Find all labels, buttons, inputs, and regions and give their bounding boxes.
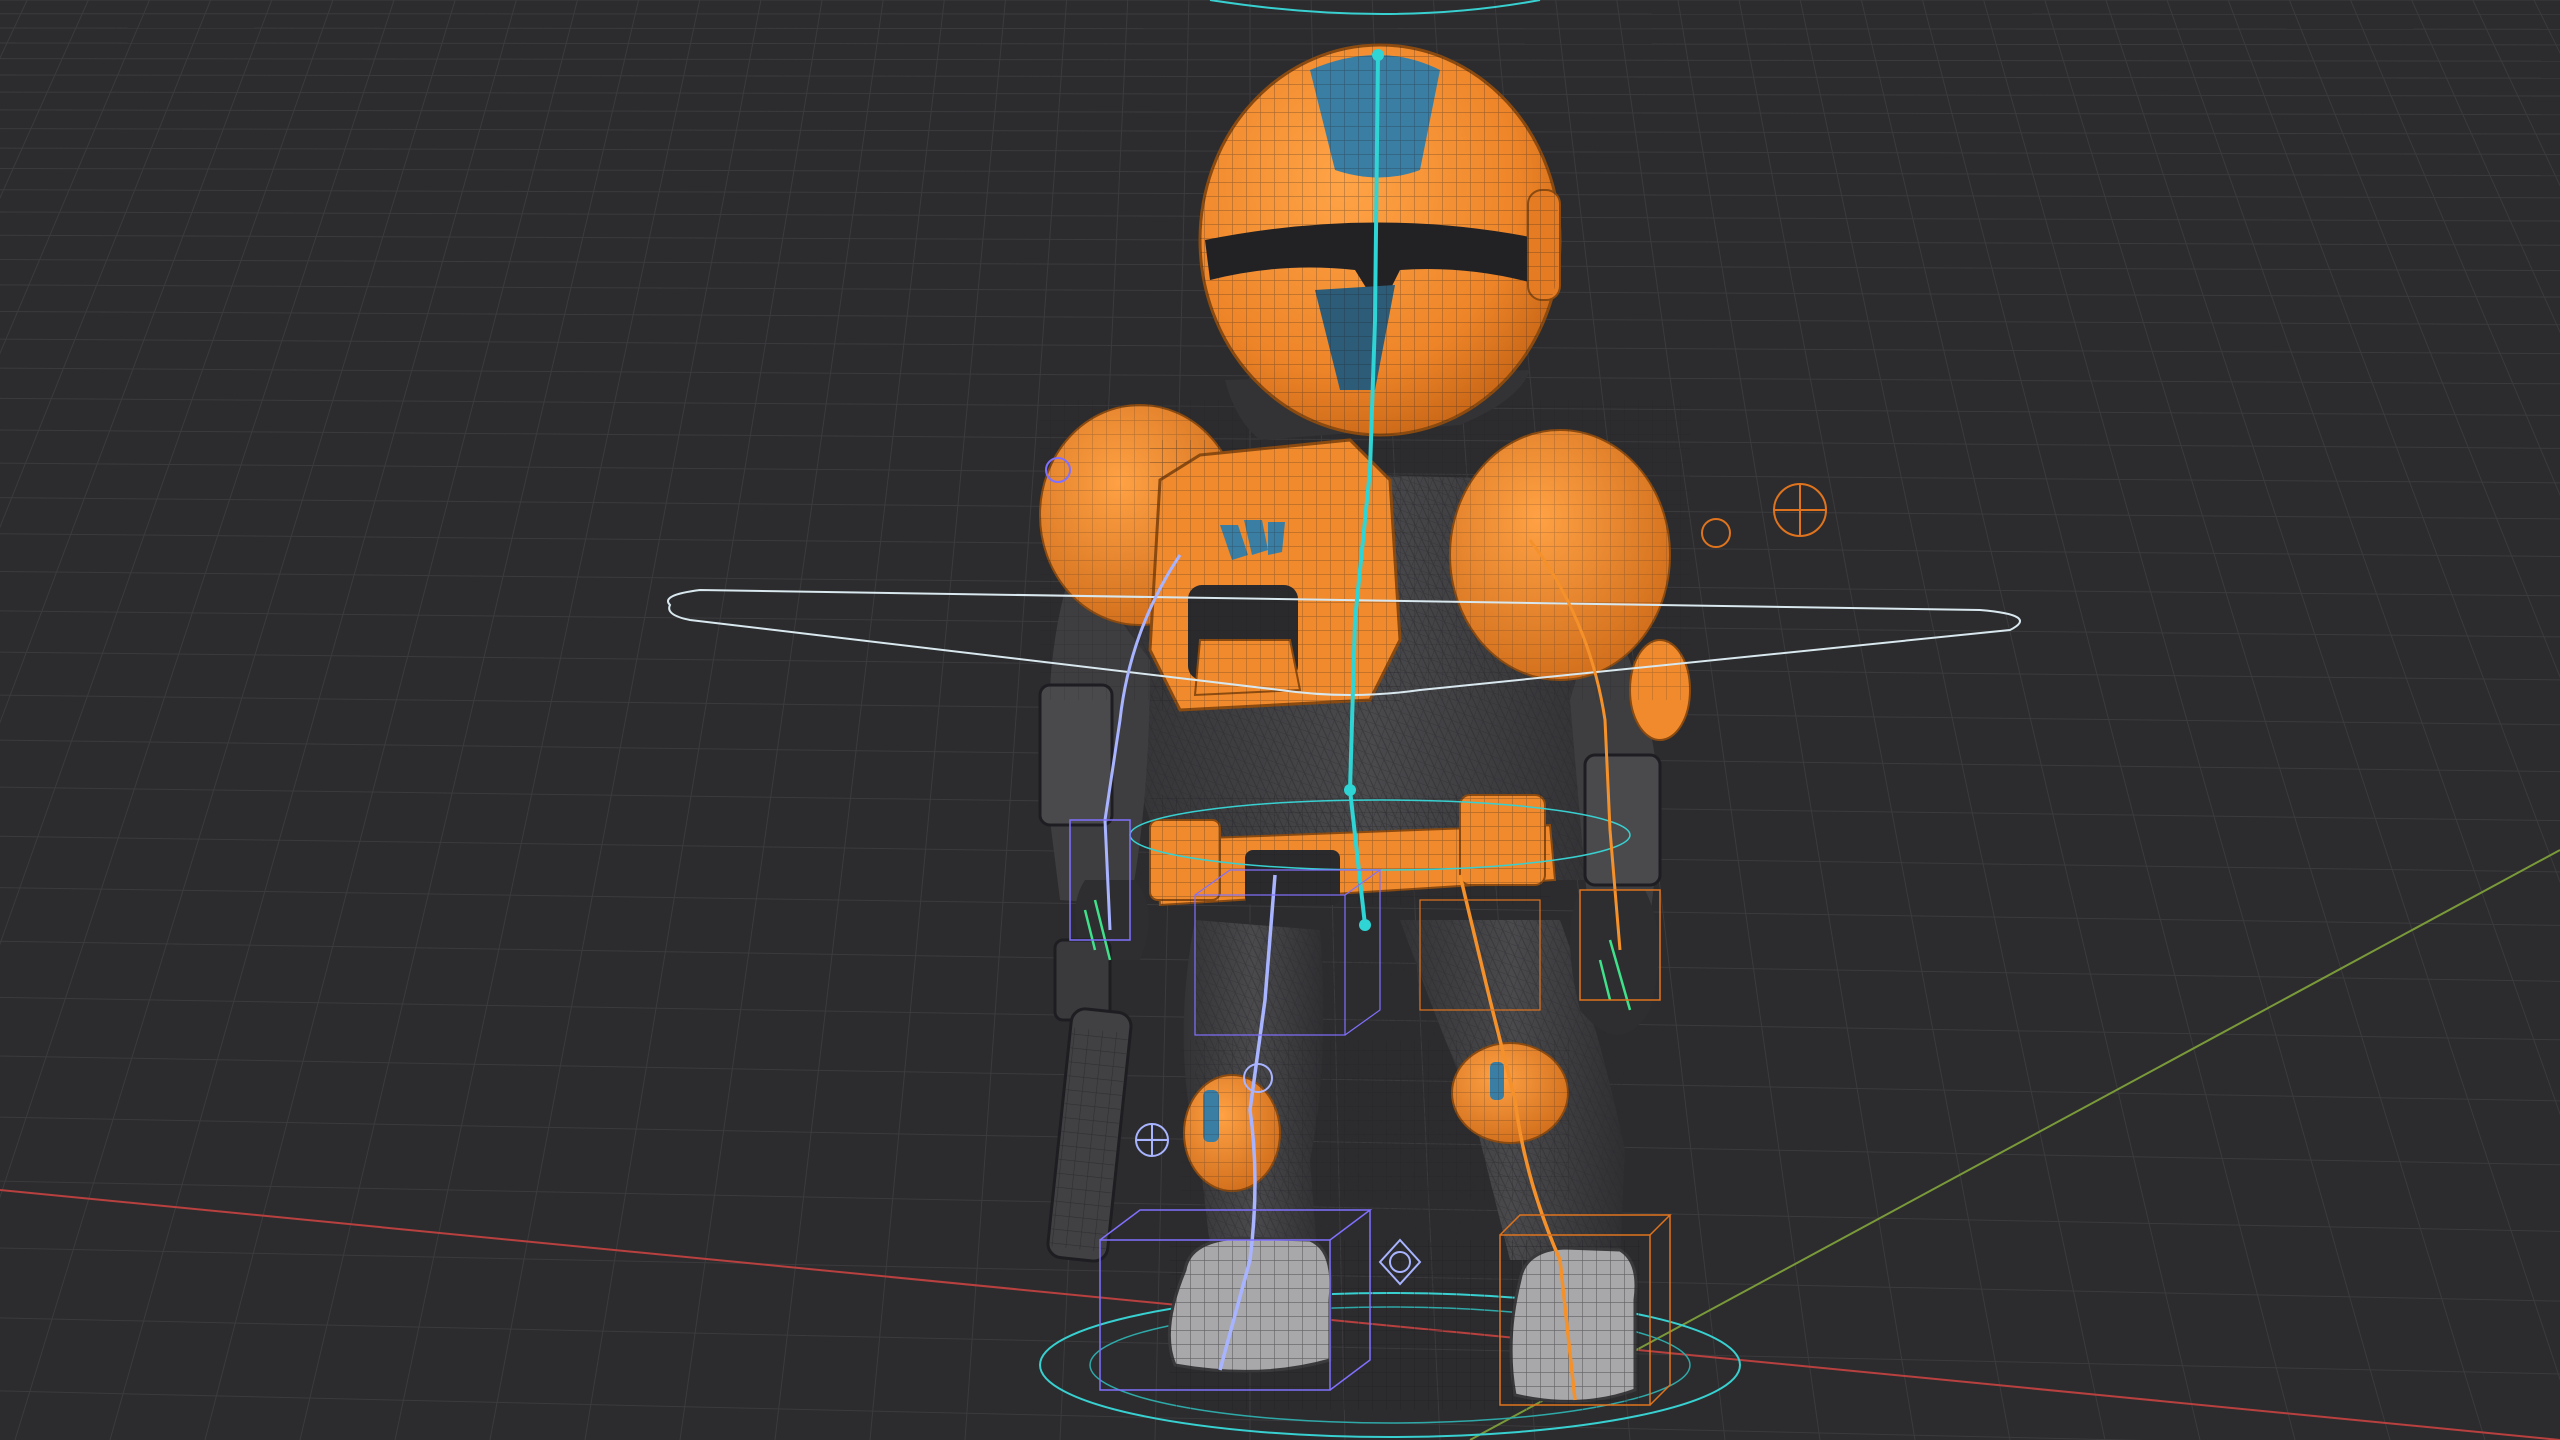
- helmet-wireframe: [1200, 45, 1560, 435]
- blaster-prop: [1046, 938, 1133, 1263]
- left-forearm-guard: [1038, 683, 1114, 827]
- viewport-canvas[interactable]: [0, 0, 2560, 1440]
- right-hand: [1570, 890, 1659, 1035]
- boot-wireframe: [1170, 1240, 1640, 1410]
- head-control-ring[interactable]: [1209, 0, 1541, 15]
- chest-wireframe: [1150, 440, 1400, 710]
- character-mesh[interactable]: [1038, 43, 1741, 1438]
- right-forearm-guard: [1583, 753, 1662, 887]
- pole-target-icon[interactable]: [1773, 483, 1827, 537]
- grid-line: [0, 42, 2560, 46]
- belt-wireframe: [1150, 795, 1550, 905]
- grid-line: [0, 58, 2560, 62]
- pole-target-icon[interactable]: [1135, 1123, 1169, 1157]
- target-control-icon[interactable]: [1701, 518, 1731, 548]
- knee-wireframe: [1180, 1040, 1570, 1200]
- 3d-viewport[interactable]: [0, 0, 2560, 1440]
- grid-line: [0, 13, 2560, 15]
